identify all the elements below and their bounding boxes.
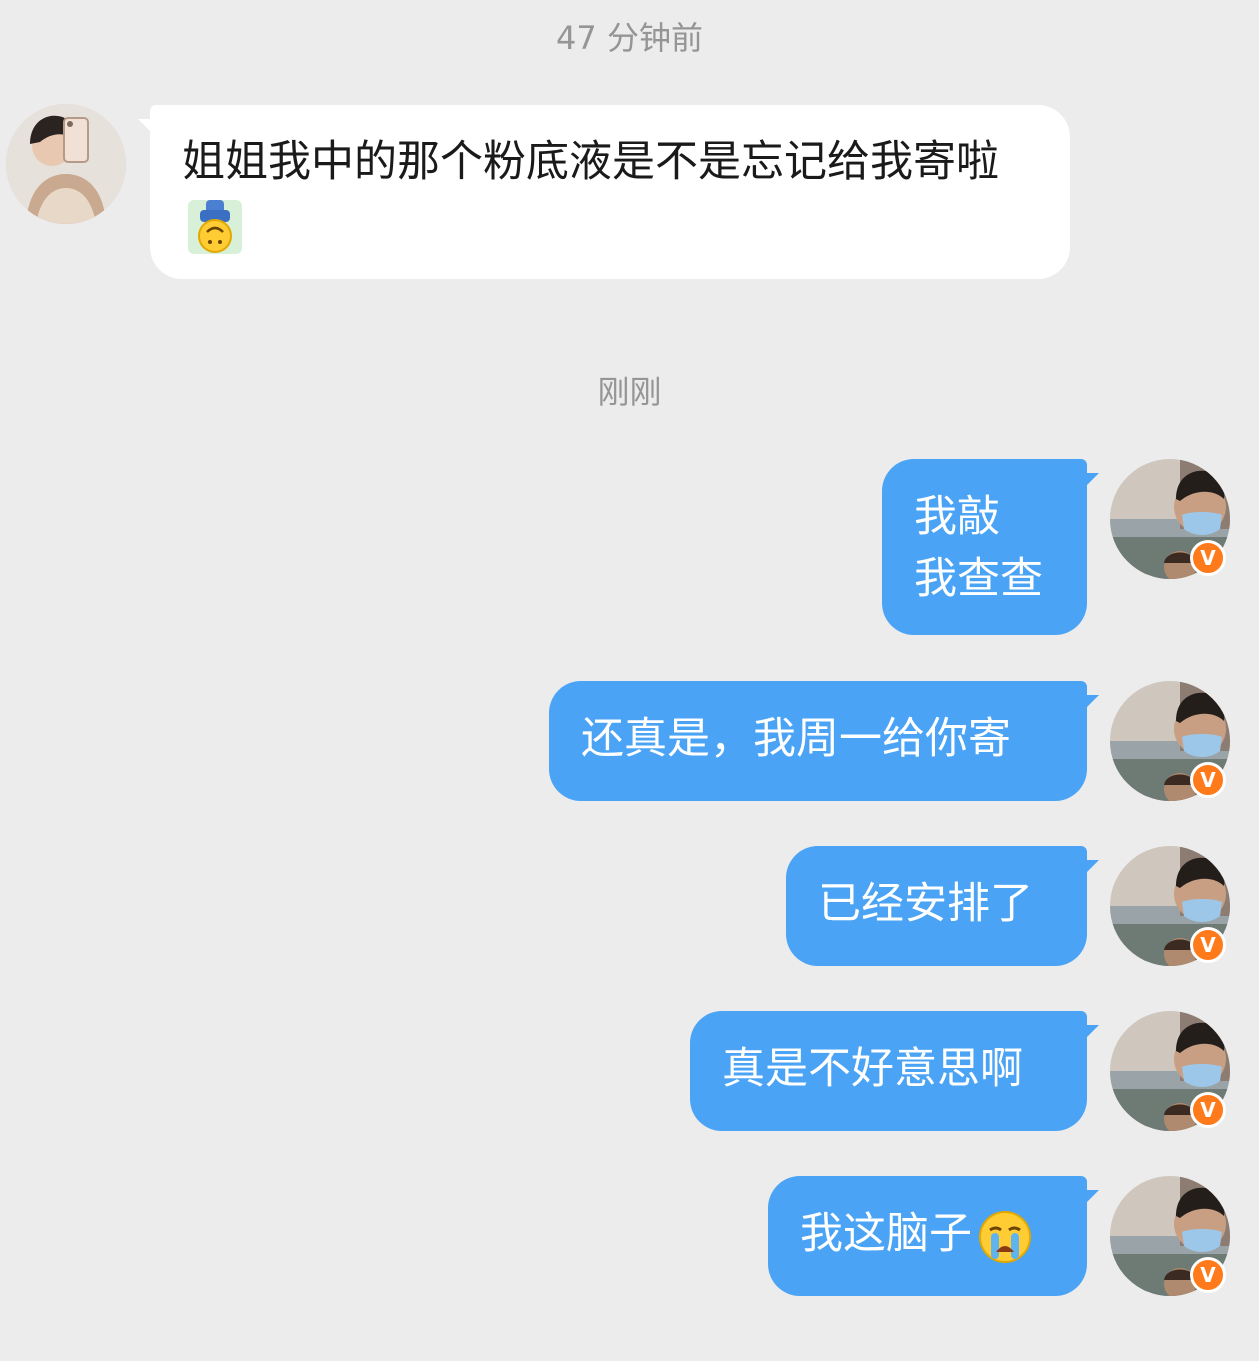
outgoing-message-bubble[interactable]: 我这脑子 [768,1176,1099,1296]
verified-badge-icon: V [1190,540,1226,576]
outgoing-message-text: 还真是，我周一给你寄 [581,714,1011,764]
timestamp-just-now: 刚刚 [597,373,662,411]
incoming-message-text: 姐姐我中的那个粉底液是不是忘记给我寄啦 [182,137,999,187]
outgoing-message-bubble[interactable]: 还真是，我周一给你寄 [549,681,1099,801]
outgoing-message-bubble[interactable]: 真是不好意思啊 [690,1011,1099,1131]
upside-down-face-emoji-icon [186,198,244,256]
contact-avatar[interactable] [6,104,126,224]
outgoing-message-text: 真是不好意思啊 [722,1044,1023,1094]
outgoing-message-bubble[interactable]: 我敲 我查查 [882,459,1099,635]
outgoing-message-text: 我这脑子 [800,1209,972,1259]
verified-badge-icon: V [1190,1092,1226,1128]
verified-badge-icon: V [1190,927,1226,963]
outgoing-message-bubble[interactable]: 已经安排了 [786,846,1099,966]
verified-badge-icon: V [1190,762,1226,798]
timestamp-47-minutes-ago: 47 分钟前 [556,19,703,57]
loudly-crying-face-emoji-icon [976,1208,1034,1266]
incoming-message-bubble[interactable]: 姐姐我中的那个粉底液是不是忘记给我寄啦 [138,105,1070,279]
verified-badge-icon: V [1190,1257,1226,1293]
outgoing-message-text: 已经安排了 [818,879,1033,929]
outgoing-message-line: 我敲 [914,492,1000,542]
outgoing-message-line: 我查查 [914,554,1043,604]
